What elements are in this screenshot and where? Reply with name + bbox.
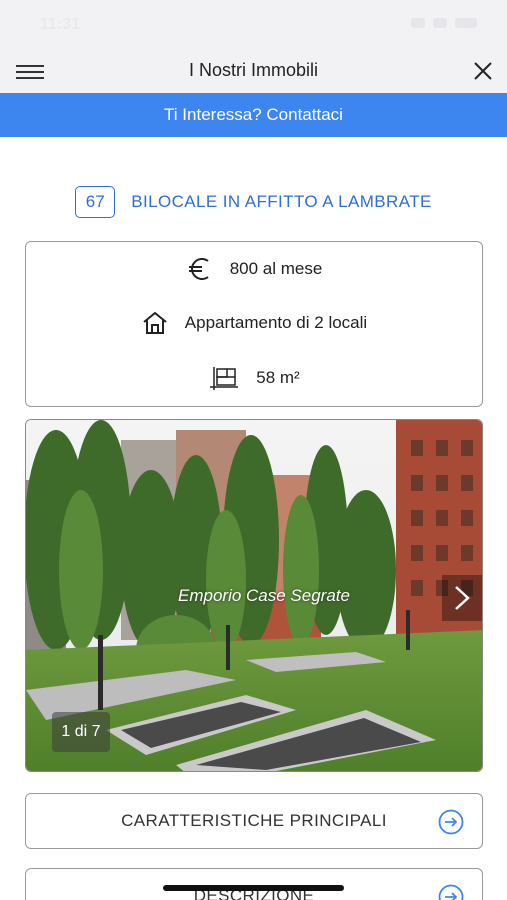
type-row: Appartamento di 2 locali [26, 310, 482, 336]
arrow-circle-right-icon [438, 809, 464, 835]
chevron-right-icon [455, 586, 470, 610]
arrow-circle-right-icon [438, 884, 464, 900]
area-row: 58 m² [26, 365, 482, 391]
close-button[interactable] [471, 59, 495, 83]
status-time: 11:31 [40, 16, 81, 33]
listing-title: BILOCALE IN AFFITTO A LAMBRATE [131, 192, 432, 211]
signal-icon [411, 18, 425, 28]
nav-bar: I Nostri Immobili [0, 50, 507, 93]
euro-icon [188, 258, 209, 280]
floor-plan-icon [210, 367, 239, 390]
photo-counter: 1 di 7 [52, 712, 110, 752]
status-bar: 11:31 [0, 0, 507, 50]
home-indicator [163, 885, 344, 891]
wifi-icon [433, 18, 447, 28]
close-icon [474, 62, 492, 80]
listing-ref-badge: 67 [75, 186, 116, 218]
section-descrizione[interactable]: DESCRIZIONE [25, 868, 483, 900]
area-text: 58 m² [256, 368, 300, 387]
type-text: Appartamento di 2 locali [184, 313, 368, 332]
page-title: I Nostri Immobili [188, 60, 318, 80]
battery-icon [455, 18, 477, 28]
contact-banner-button[interactable]: Ti Interessa? Contattaci [0, 93, 507, 137]
next-photo-button[interactable] [442, 575, 482, 621]
price-row: 800 al mese [26, 256, 482, 282]
photo-watermark: Emporio Case Segrate [178, 586, 350, 605]
house-icon [143, 311, 167, 334]
section-caratteristiche[interactable]: CARATTERISTICHE PRINCIPALI [25, 793, 483, 849]
photo-gallery[interactable]: Emporio Case Segrate 1 di 7 [25, 419, 483, 772]
status-icons [411, 18, 477, 28]
section-label: CARATTERISTICHE PRINCIPALI [121, 811, 387, 830]
info-card: 800 al mese Appartamento di 2 locali 58 … [25, 241, 483, 407]
price-text: 800 al mese [229, 259, 323, 278]
listing-header: 67 BILOCALE IN AFFITTO A LAMBRATE [0, 185, 507, 219]
